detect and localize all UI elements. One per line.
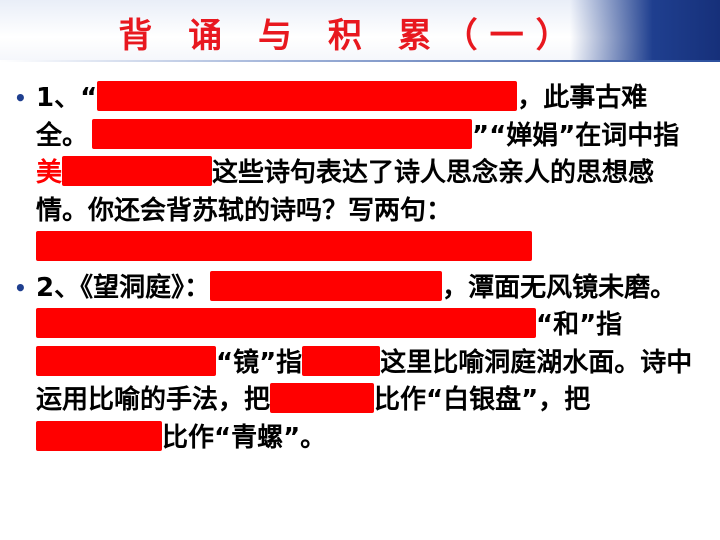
redaction-block (270, 383, 375, 413)
item2-text-6: 比作“白银盘”，把 (374, 385, 591, 415)
redaction-block (36, 345, 216, 376)
redaction-block (62, 156, 213, 186)
redaction-block (302, 345, 381, 376)
item2-text-2: ，潭面无风镜未磨。 (442, 272, 677, 303)
redaction-block (97, 81, 518, 111)
redaction-block (92, 118, 473, 149)
item1-red-text: 美 (36, 158, 63, 188)
list-item-1: • 1、“ ，此事古难全。 ”“婵娟”在词中指美 这些诗句表达了诗人思念亲人的思想感情… (14, 80, 694, 268)
header-divider (0, 60, 720, 62)
list-item-2: • 2、《望洞庭》： ，潭面无风镜未磨。“和”指“镜”指 这里比喻洞庭湖水面。诗中运… (14, 270, 694, 458)
redaction-block (36, 308, 536, 338)
item1-text-3: ”“婵娟”在词中指 (472, 120, 680, 151)
redaction-block (210, 270, 443, 301)
item1-text-1: 1、“ (36, 83, 98, 113)
redaction-block (36, 420, 162, 451)
page-title: 背 诵 与 积 累（一） (118, 16, 582, 56)
item2-text-7: 比作“青螺”。 (162, 422, 327, 453)
redaction-block (36, 231, 532, 261)
bullet-icon: • (14, 86, 27, 110)
item2-text-1: 2、《望洞庭》： (36, 272, 211, 303)
slide-body: • 1、“ ，此事古难全。 ”“婵娟”在词中指美 这些诗句表达了诗人思念亲人的思想感情… (14, 80, 694, 457)
bullet-icon: • (14, 275, 27, 300)
item2-text-3: “和”指 (536, 310, 623, 340)
item2-text-4: “镜”指 (216, 347, 303, 378)
